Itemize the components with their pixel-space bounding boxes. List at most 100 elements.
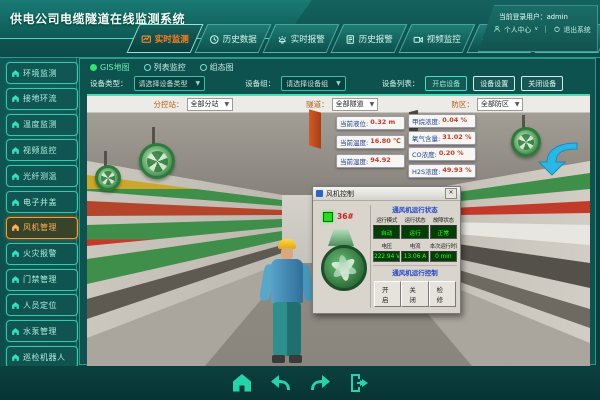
- device-type-select[interactable]: 请选择设备类型▼: [134, 76, 206, 91]
- sidebar-item-fiber-temp[interactable]: 光纤测温: [6, 165, 78, 187]
- exit-button[interactable]: [347, 371, 371, 395]
- sidebar-item-personnel-location[interactable]: 人员定位: [6, 294, 78, 316]
- caret-down-icon: ▼: [515, 101, 520, 108]
- tab-realtime-alarm[interactable]: 实时报警: [263, 24, 340, 53]
- worker-torso: [271, 259, 303, 303]
- ceiling-red-duct: [309, 109, 321, 148]
- sidebar-item-label: 风机管理: [23, 222, 57, 233]
- worker-legs: [273, 302, 301, 356]
- sidebar-item-label: 门禁管理: [23, 274, 57, 285]
- radio-scada-view[interactable]: 组态图: [200, 62, 234, 73]
- close-icon[interactable]: ✕: [445, 188, 457, 199]
- fan-status-graphic: 36#: [315, 203, 367, 309]
- sidebar: 环境监测 接地环流 温度监测 视频监控 光纤测温 电子井盖 风机管理 火灾报警 …: [0, 58, 77, 400]
- ceiling-fan-icon[interactable]: [95, 165, 121, 191]
- open-device-button[interactable]: 开启设备: [425, 76, 467, 91]
- radio-list-monitor[interactable]: 列表监控: [144, 62, 186, 73]
- sidebar-item-video[interactable]: 视频监控: [6, 139, 78, 161]
- device-list-label: 设备列表：: [382, 78, 420, 89]
- device-settings-button[interactable]: 设备设置: [473, 76, 515, 91]
- filter-label: 分控站：: [154, 99, 184, 110]
- ceiling-fan-icon[interactable]: [139, 143, 175, 179]
- fan-start-button[interactable]: 开启: [374, 281, 401, 307]
- select-value: 请选择设备类型: [139, 79, 188, 89]
- app-window: 供电公司电缆隧道在线监测系统 实时监测 历史数据 实时报警 历史报警 视频监控 …: [0, 0, 600, 400]
- station-filter: 分控站：全部分站▼: [154, 98, 234, 111]
- sidebar-item-label: 水泵管理: [23, 326, 57, 337]
- sidebar-item-inspection-robot[interactable]: 巡检机器人: [6, 346, 78, 368]
- dialog-titlebar[interactable]: 风机控制 ✕: [313, 187, 460, 201]
- sensor-value: 94.92: [370, 156, 391, 166]
- home-icon: [11, 198, 20, 207]
- filter-label: 防区：: [451, 99, 474, 110]
- tab-label: 实时报警: [291, 33, 325, 45]
- fan-id: 36#: [337, 212, 354, 221]
- sidebar-item-temperature[interactable]: 温度监测: [6, 114, 78, 136]
- status-header: 运行模式: [373, 216, 400, 224]
- sidebar-item-fan-management[interactable]: 风机管理: [6, 217, 78, 239]
- home-icon: [11, 301, 20, 310]
- methane-box: 甲烷浓度:0.04 %: [408, 114, 476, 128]
- sensor-value: 31.02 %: [442, 133, 471, 143]
- device-group-label: 设备组：: [245, 78, 275, 89]
- sidebar-item-label: 接地环流: [23, 93, 57, 104]
- sensor-label: CO浓度:: [412, 149, 437, 159]
- sidebar-item-environment[interactable]: 环境监测: [6, 62, 78, 84]
- tab-history-data[interactable]: 历史数据: [195, 24, 272, 53]
- sensor-label: 当前温度:: [340, 137, 368, 147]
- tunnel-select[interactable]: 全部隧道▼: [332, 98, 379, 111]
- radio-label: 组态图: [210, 62, 234, 73]
- close-device-button[interactable]: 关闭设备: [521, 76, 563, 91]
- fan-status-panel: 通风机运行状态 运行模式 运行状态 故障状态 自动 运行 正常: [373, 203, 457, 307]
- tunnel-filter: 隧道：全部隧道▼: [306, 98, 378, 111]
- metric-header: 电压: [373, 242, 400, 250]
- caret-down-icon: ▼: [336, 80, 341, 87]
- forward-button[interactable]: [308, 371, 332, 395]
- sensor-overlay-right: 甲烷浓度:0.04 % 氧气含量:31.02 % CO浓度:0.20 % H2S…: [408, 114, 476, 178]
- home-icon: [230, 371, 254, 395]
- metric-header: 电流: [401, 242, 428, 250]
- undo-arrow-icon: [269, 371, 293, 395]
- sensor-label: H2S浓度:: [412, 166, 440, 176]
- tab-realtime-monitor[interactable]: 实时监测: [127, 24, 204, 53]
- personal-center-link[interactable]: 个人中心: [504, 24, 531, 34]
- sidebar-item-access-control[interactable]: 门禁管理: [6, 269, 78, 291]
- chevron-down-icon[interactable]: ∨: [534, 26, 538, 32]
- logout-link[interactable]: 退出系统: [564, 24, 591, 34]
- worker-boot: [289, 355, 302, 363]
- radio-gis-map[interactable]: GIS地图: [90, 62, 130, 73]
- metric-header: 本次运行时间: [430, 242, 457, 250]
- fan-maintenance-button[interactable]: 检修: [429, 281, 456, 307]
- sidebar-item-label: 巡检机器人: [23, 352, 66, 363]
- humidity-box: 当前湿度:94.92: [336, 154, 405, 168]
- device-group-select[interactable]: 请选择设备组▼: [281, 76, 346, 91]
- sidebar-item-fire-alarm[interactable]: 火灾报警: [6, 243, 78, 265]
- home-button[interactable]: [230, 371, 254, 395]
- zone-select[interactable]: 全部防区▼: [477, 98, 524, 111]
- zone-filter: 防区：全部防区▼: [451, 98, 523, 111]
- view-mode-row: GIS地图 列表监控 组态图: [90, 62, 234, 73]
- sidebar-item-label: 光纤测温: [23, 171, 57, 182]
- home-icon: [11, 120, 20, 129]
- back-button[interactable]: [269, 371, 293, 395]
- home-icon: [11, 172, 20, 181]
- station-select[interactable]: 全部分站▼: [187, 98, 234, 111]
- tab-video-monitor[interactable]: 视频监控: [399, 24, 476, 53]
- dialog-body: 36# 通风机运行状态 运行模式 运行状态 故障状态: [313, 201, 460, 312]
- dialog-title: 风机控制: [326, 189, 442, 199]
- worker-face: [281, 248, 293, 259]
- fan-stop-button[interactable]: 关闭: [401, 281, 428, 307]
- tab-history-alarm[interactable]: 历史报警: [331, 24, 408, 53]
- navigate-back-arrow[interactable]: [535, 137, 581, 177]
- status-header: 故障状态: [430, 216, 457, 224]
- sidebar-item-label: 火灾报警: [23, 248, 57, 259]
- home-icon: [11, 69, 20, 78]
- sidebar-item-pump-management[interactable]: 水泵管理: [6, 320, 78, 342]
- home-icon: [11, 353, 20, 362]
- sensor-label: 当前湿度:: [340, 156, 368, 166]
- sidebar-item-manhole-cover[interactable]: 电子井盖: [6, 191, 78, 213]
- zone-filter-bar: 分控站：全部分站▼ 隧道：全部隧道▼ 防区：全部防区▼: [87, 96, 590, 113]
- tab-label: 历史数据: [223, 33, 257, 45]
- sidebar-item-ground-current[interactable]: 接地环流: [6, 88, 78, 110]
- status-section-title: 通风机运行状态: [373, 204, 457, 214]
